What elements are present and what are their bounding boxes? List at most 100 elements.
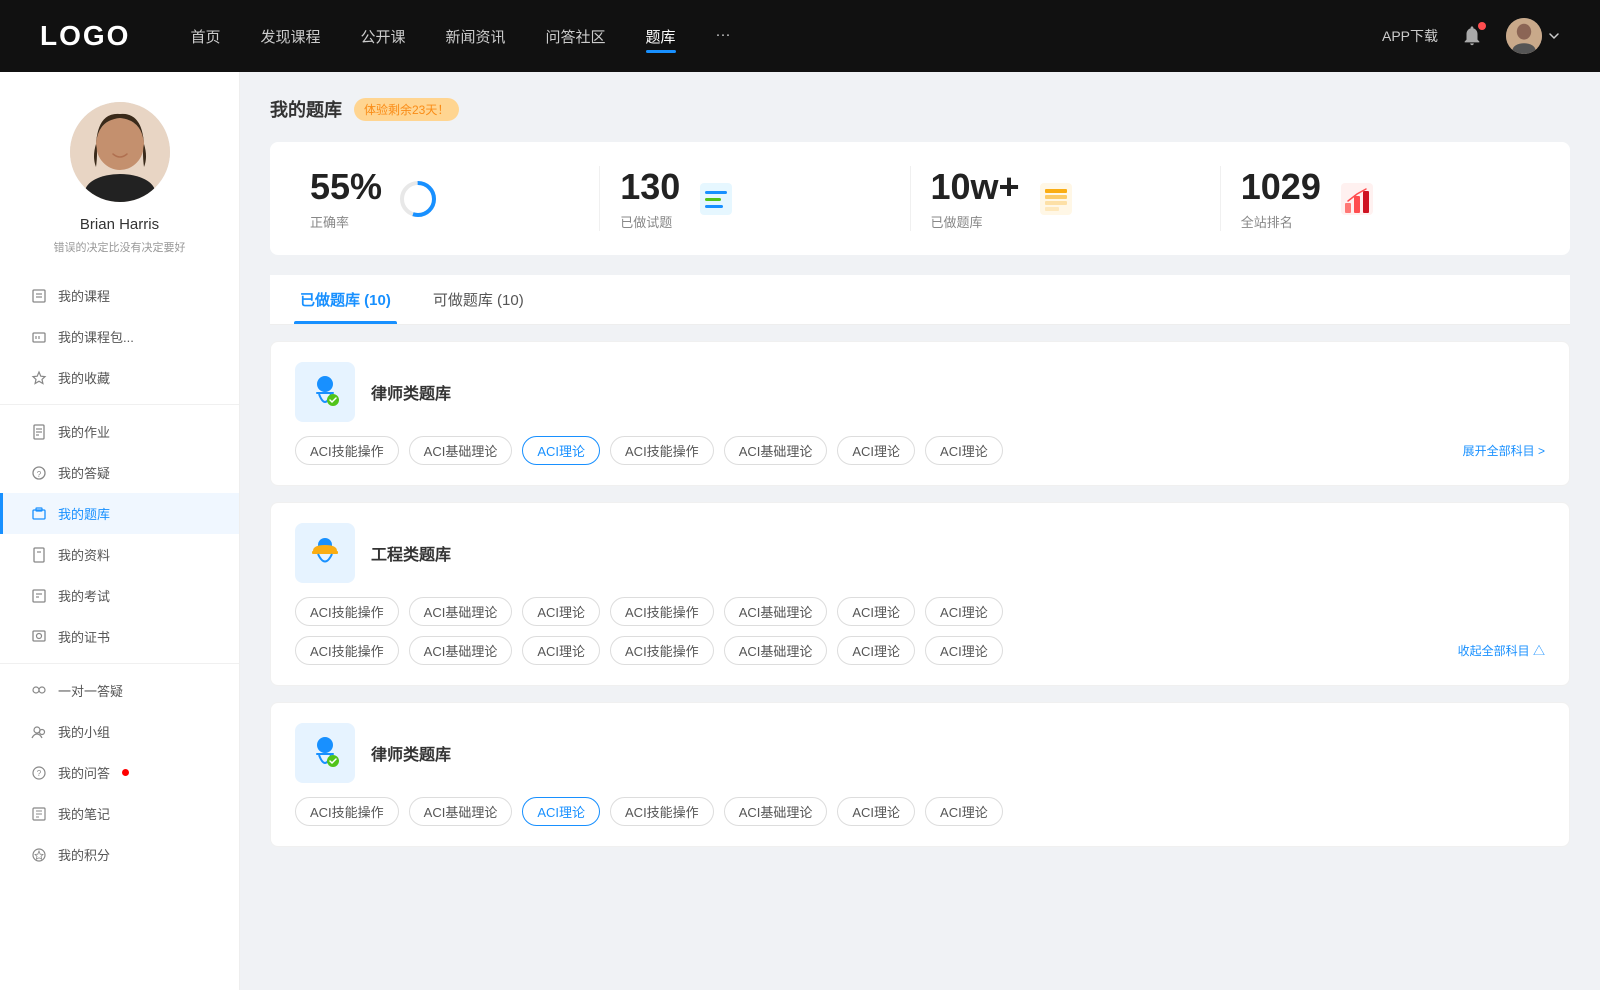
notification-bell[interactable] — [1458, 22, 1486, 50]
sidebar-item-bank[interactable]: 我的题库 — [0, 493, 239, 534]
sidebar-item-question[interactable]: ? 我的问答 — [0, 752, 239, 793]
nav-discover[interactable]: 发现课程 — [260, 26, 320, 47]
bank-tag-selected[interactable]: ACI理论 — [522, 797, 600, 826]
layout: Brian Harris 错误的决定比没有决定要好 我的课程 我的课程包... — [0, 72, 1600, 990]
tab-available[interactable]: 可做题库 (10) — [427, 275, 530, 324]
menu-label-package: 我的课程包... — [58, 327, 134, 346]
bank-name-lawyer2: 律师类题库 — [371, 741, 451, 765]
bank-tag[interactable]: ACI技能操作 — [295, 636, 399, 665]
bank-tag[interactable]: ACI技能操作 — [295, 597, 399, 626]
bank-tag[interactable]: ACI理论 — [837, 636, 915, 665]
bank-tag-selected[interactable]: ACI理论 — [522, 436, 600, 465]
nav-more[interactable]: ··· — [716, 26, 731, 47]
stat-done-questions: 130 已做试题 — [600, 166, 910, 231]
bank-tag[interactable]: ACI基础理论 — [724, 436, 828, 465]
bank-tag[interactable]: ACI技能操作 — [610, 797, 714, 826]
menu-label-exam: 我的考试 — [58, 586, 110, 605]
bank-tag[interactable]: ACI基础理论 — [409, 597, 513, 626]
bank-tag[interactable]: ACI技能操作 — [295, 436, 399, 465]
bank-tag[interactable]: ACI基础理论 — [409, 636, 513, 665]
nav-news[interactable]: 新闻资讯 — [446, 26, 506, 47]
bank-tag[interactable]: ACI基础理论 — [724, 636, 828, 665]
expand-link-lawyer1[interactable]: 展开全部科目 > — [1463, 442, 1545, 459]
bank-tag[interactable]: ACI基础理论 — [724, 597, 828, 626]
avatar — [70, 102, 170, 202]
stat-done-label: 已做试题 — [620, 212, 680, 231]
bank-card-lawyer2: 律师类题库 ACI技能操作 ACI基础理论 ACI理论 ACI技能操作 ACI基… — [270, 702, 1570, 847]
bank-tag[interactable]: ACI基础理论 — [409, 797, 513, 826]
collapse-link-engineer[interactable]: 收起全部科目 △ — [1458, 642, 1545, 659]
bank-tag[interactable]: ACI技能操作 — [610, 597, 714, 626]
bank-card-engineer: 工程类题库 ACI技能操作 ACI基础理论 ACI理论 ACI技能操作 ACI基… — [270, 502, 1570, 686]
lawyer-bank-icon — [295, 362, 355, 422]
sidebar-item-group[interactable]: 我的小组 — [0, 711, 239, 752]
main-content: 我的题库 体验剩余23天！ 55% 正确率 — [240, 72, 1600, 990]
tab-done[interactable]: 已做题库 (10) — [294, 275, 397, 324]
sidebar-item-course[interactable]: 我的课程 — [0, 275, 239, 316]
nav-right: APP下载 — [1382, 18, 1560, 54]
sidebar-item-points[interactable]: 我的积分 — [0, 834, 239, 875]
stat-rank-label: 全站排名 — [1241, 212, 1321, 231]
sidebar-item-favorite[interactable]: 我的收藏 — [0, 357, 239, 398]
bank-name-engineer: 工程类题库 — [371, 541, 451, 565]
nav-home[interactable]: 首页 — [190, 26, 220, 47]
menu-label-qa: 我的答疑 — [58, 463, 110, 482]
app-download-link[interactable]: APP下载 — [1382, 26, 1438, 46]
book-icon — [1036, 179, 1076, 219]
sidebar-item-exam[interactable]: 我的考试 — [0, 575, 239, 616]
nav-open[interactable]: 公开课 — [360, 26, 405, 47]
bank-tag[interactable]: ACI理论 — [925, 597, 1003, 626]
bank-tag[interactable]: ACI理论 — [925, 636, 1003, 665]
menu-label-course: 我的课程 — [58, 286, 110, 305]
question-icon: ? — [30, 764, 48, 782]
menu-label-homework: 我的作业 — [58, 422, 110, 441]
sidebar-username: Brian Harris — [80, 216, 159, 233]
bank-card-header-engineer: 工程类题库 — [295, 523, 1545, 583]
page-header: 我的题库 体验剩余23天！ — [270, 96, 1570, 122]
sidebar-menu: 我的课程 我的课程包... 我的收藏 — [0, 275, 239, 875]
svg-text:?: ? — [37, 769, 42, 778]
bank-name-lawyer1: 律师类题库 — [371, 380, 451, 404]
course-icon — [30, 287, 48, 305]
sidebar-item-qa[interactable]: ? 我的答疑 — [0, 452, 239, 493]
group-icon — [30, 723, 48, 741]
menu-label-points: 我的积分 — [58, 845, 110, 864]
bank-tag[interactable]: ACI技能操作 — [295, 797, 399, 826]
stat-accuracy-label: 正确率 — [310, 212, 382, 231]
bank-tag[interactable]: ACI理论 — [925, 797, 1003, 826]
bank-tag[interactable]: ACI基础理论 — [409, 436, 513, 465]
bank-tag[interactable]: ACI技能操作 — [610, 436, 714, 465]
bank-tag[interactable]: ACI理论 — [837, 797, 915, 826]
nav-qa[interactable]: 问答社区 — [546, 26, 606, 47]
navbar: LOGO 首页 发现课程 公开课 新闻资讯 问答社区 题库 ··· APP下载 — [0, 0, 1600, 72]
bank-card-header: 律师类题库 — [295, 362, 1545, 422]
sidebar-item-oneonone[interactable]: 一对一答疑 — [0, 670, 239, 711]
bank-tag[interactable]: ACI基础理论 — [724, 797, 828, 826]
sidebar-item-cert[interactable]: 我的证书 — [0, 616, 239, 657]
user-avatar-wrap[interactable] — [1506, 18, 1560, 54]
cert-icon — [30, 628, 48, 646]
sidebar-item-note[interactable]: 我的笔记 — [0, 793, 239, 834]
page-title: 我的题库 — [270, 96, 342, 122]
bank-tag[interactable]: ACI技能操作 — [610, 636, 714, 665]
doc-icon — [30, 546, 48, 564]
sidebar-item-homework[interactable]: 我的作业 — [0, 411, 239, 452]
nav-bank[interactable]: 题库 — [646, 26, 676, 47]
bank-tag[interactable]: ACI理论 — [925, 436, 1003, 465]
sidebar-item-package[interactable]: 我的课程包... — [0, 316, 239, 357]
menu-label-oneonone: 一对一答疑 — [58, 681, 123, 700]
sidebar-motto: 错误的决定比没有决定要好 — [38, 239, 202, 255]
bank-icon — [30, 505, 48, 523]
stat-rank: 1029 全站排名 — [1221, 166, 1530, 231]
score-icon — [30, 846, 48, 864]
bank-tag[interactable]: ACI理论 — [522, 636, 600, 665]
sidebar: Brian Harris 错误的决定比没有决定要好 我的课程 我的课程包... — [0, 72, 240, 990]
sidebar-item-material[interactable]: 我的资料 — [0, 534, 239, 575]
bank-tag[interactable]: ACI理论 — [837, 436, 915, 465]
bank-tag[interactable]: ACI理论 — [837, 597, 915, 626]
stat-accuracy-value: 55% — [310, 166, 382, 208]
homework-icon — [30, 423, 48, 441]
bank-tag[interactable]: ACI理论 — [522, 597, 600, 626]
bank-tags-lawyer2: ACI技能操作 ACI基础理论 ACI理论 ACI技能操作 ACI基础理论 AC… — [295, 797, 1545, 826]
svg-text:?: ? — [37, 470, 42, 479]
